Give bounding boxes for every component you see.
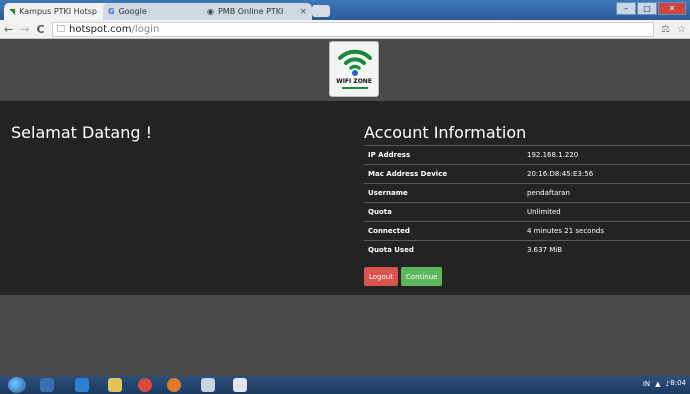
row-value: 192.168.1.220 xyxy=(523,145,690,165)
page-header: WIFI ZONE xyxy=(0,39,690,101)
page-icon: □ xyxy=(56,24,66,34)
row-value: pendaftaran xyxy=(523,183,690,203)
logo-underline xyxy=(342,87,368,89)
main-content: Selamat Datang ! Account Information IP … xyxy=(0,101,690,295)
row-key: Username xyxy=(364,183,523,203)
account-info-heading: Account Information xyxy=(364,123,527,142)
row-value: 3.637 MiB xyxy=(523,240,690,260)
media-player-icon[interactable] xyxy=(40,378,54,392)
key-icon[interactable]: ⚖ xyxy=(661,24,670,35)
tab-label: Google xyxy=(118,7,147,16)
logout-button[interactable]: Logout xyxy=(364,267,398,286)
app-icon[interactable] xyxy=(201,378,215,392)
table-row: Username pendaftaran xyxy=(364,183,690,203)
tab-pmb-online[interactable]: ◉ PMB Online PTKI × xyxy=(202,3,312,20)
globe-favicon-icon: ◉ xyxy=(207,7,214,16)
row-value: 20:16:D8:45:E3:56 xyxy=(523,164,690,184)
table-row: Quota Unlimited xyxy=(364,202,690,222)
wifi-favicon-icon: ◥ xyxy=(9,7,16,16)
logo-text: WIFI ZONE xyxy=(336,78,372,85)
star-icon[interactable]: ☆ xyxy=(677,24,686,35)
maximize-button[interactable]: □ xyxy=(637,2,657,15)
tab-label: PMB Online PTKI xyxy=(217,7,284,16)
back-arrow-icon[interactable]: ← xyxy=(4,23,13,36)
folder-icon[interactable] xyxy=(108,378,122,392)
tab-label: Kampus PTKI Hotspot xyxy=(19,7,98,16)
row-key: IP Address xyxy=(364,145,523,165)
address-host: hotspot.com xyxy=(69,23,132,35)
account-info-table: IP Address 192.168.1.220 Mac Address Devi… xyxy=(364,145,690,260)
row-key: Quota xyxy=(364,202,523,222)
network-icon[interactable]: ▲ xyxy=(655,380,660,388)
action-buttons: Logout Continue xyxy=(364,267,443,286)
table-row: Connected 4 minutes 21 seconds xyxy=(364,221,690,241)
start-button[interactable] xyxy=(8,377,26,393)
tab-kampus-hotspot[interactable]: ◥ Kampus PTKI Hotspot × xyxy=(4,3,114,20)
tab-google[interactable]: G Google × xyxy=(103,3,213,20)
wifi-icon xyxy=(338,49,372,76)
page-footer xyxy=(0,295,690,376)
language-indicator[interactable]: IN xyxy=(643,380,650,388)
row-value: 4 minutes 21 seconds xyxy=(523,221,690,241)
new-tab-button[interactable] xyxy=(312,5,330,17)
table-row: Mac Address Device 20:16:D8:45:E3:56 xyxy=(364,164,690,184)
table-row: IP Address 192.168.1.220 xyxy=(364,145,690,165)
system-tray: IN ▲ ♪ xyxy=(643,380,670,388)
continue-button[interactable]: Continue xyxy=(400,267,443,286)
table-row: Quota Used 3.637 MiB xyxy=(364,240,690,260)
windows-taskbar: IN ▲ ♪ 8:04 xyxy=(0,376,690,394)
firefox-icon[interactable] xyxy=(167,378,181,392)
forward-arrow-icon[interactable]: → xyxy=(20,23,29,36)
browser-titlebar: ◥ Kampus PTKI Hotspot × G Google × ◉ PMB… xyxy=(0,0,690,20)
row-key: Quota Used xyxy=(364,240,523,260)
row-key: Mac Address Device xyxy=(364,164,523,184)
address-bar[interactable]: □ hotspot.com/login xyxy=(51,21,655,37)
browser-toolbar: ← → C □ hotspot.com/login ⚖ ☆ xyxy=(0,20,690,39)
chrome-icon[interactable] xyxy=(138,378,152,392)
close-window-button[interactable]: ✕ xyxy=(658,2,686,15)
close-icon[interactable]: × xyxy=(299,7,307,17)
google-favicon-icon: G xyxy=(108,7,115,16)
wifi-zone-logo: WIFI ZONE xyxy=(329,41,379,97)
row-value: Unlimited xyxy=(523,202,690,222)
reload-icon[interactable]: C xyxy=(36,23,44,36)
window-controls: – □ ✕ xyxy=(616,2,686,15)
ie-icon[interactable] xyxy=(75,378,89,392)
address-path: /login xyxy=(131,23,160,35)
row-key: Connected xyxy=(364,221,523,241)
clock[interactable]: 8:04 xyxy=(670,379,686,387)
word-icon[interactable] xyxy=(233,378,247,392)
minimize-button[interactable]: – xyxy=(616,2,636,15)
welcome-heading: Selamat Datang ! xyxy=(11,123,152,142)
